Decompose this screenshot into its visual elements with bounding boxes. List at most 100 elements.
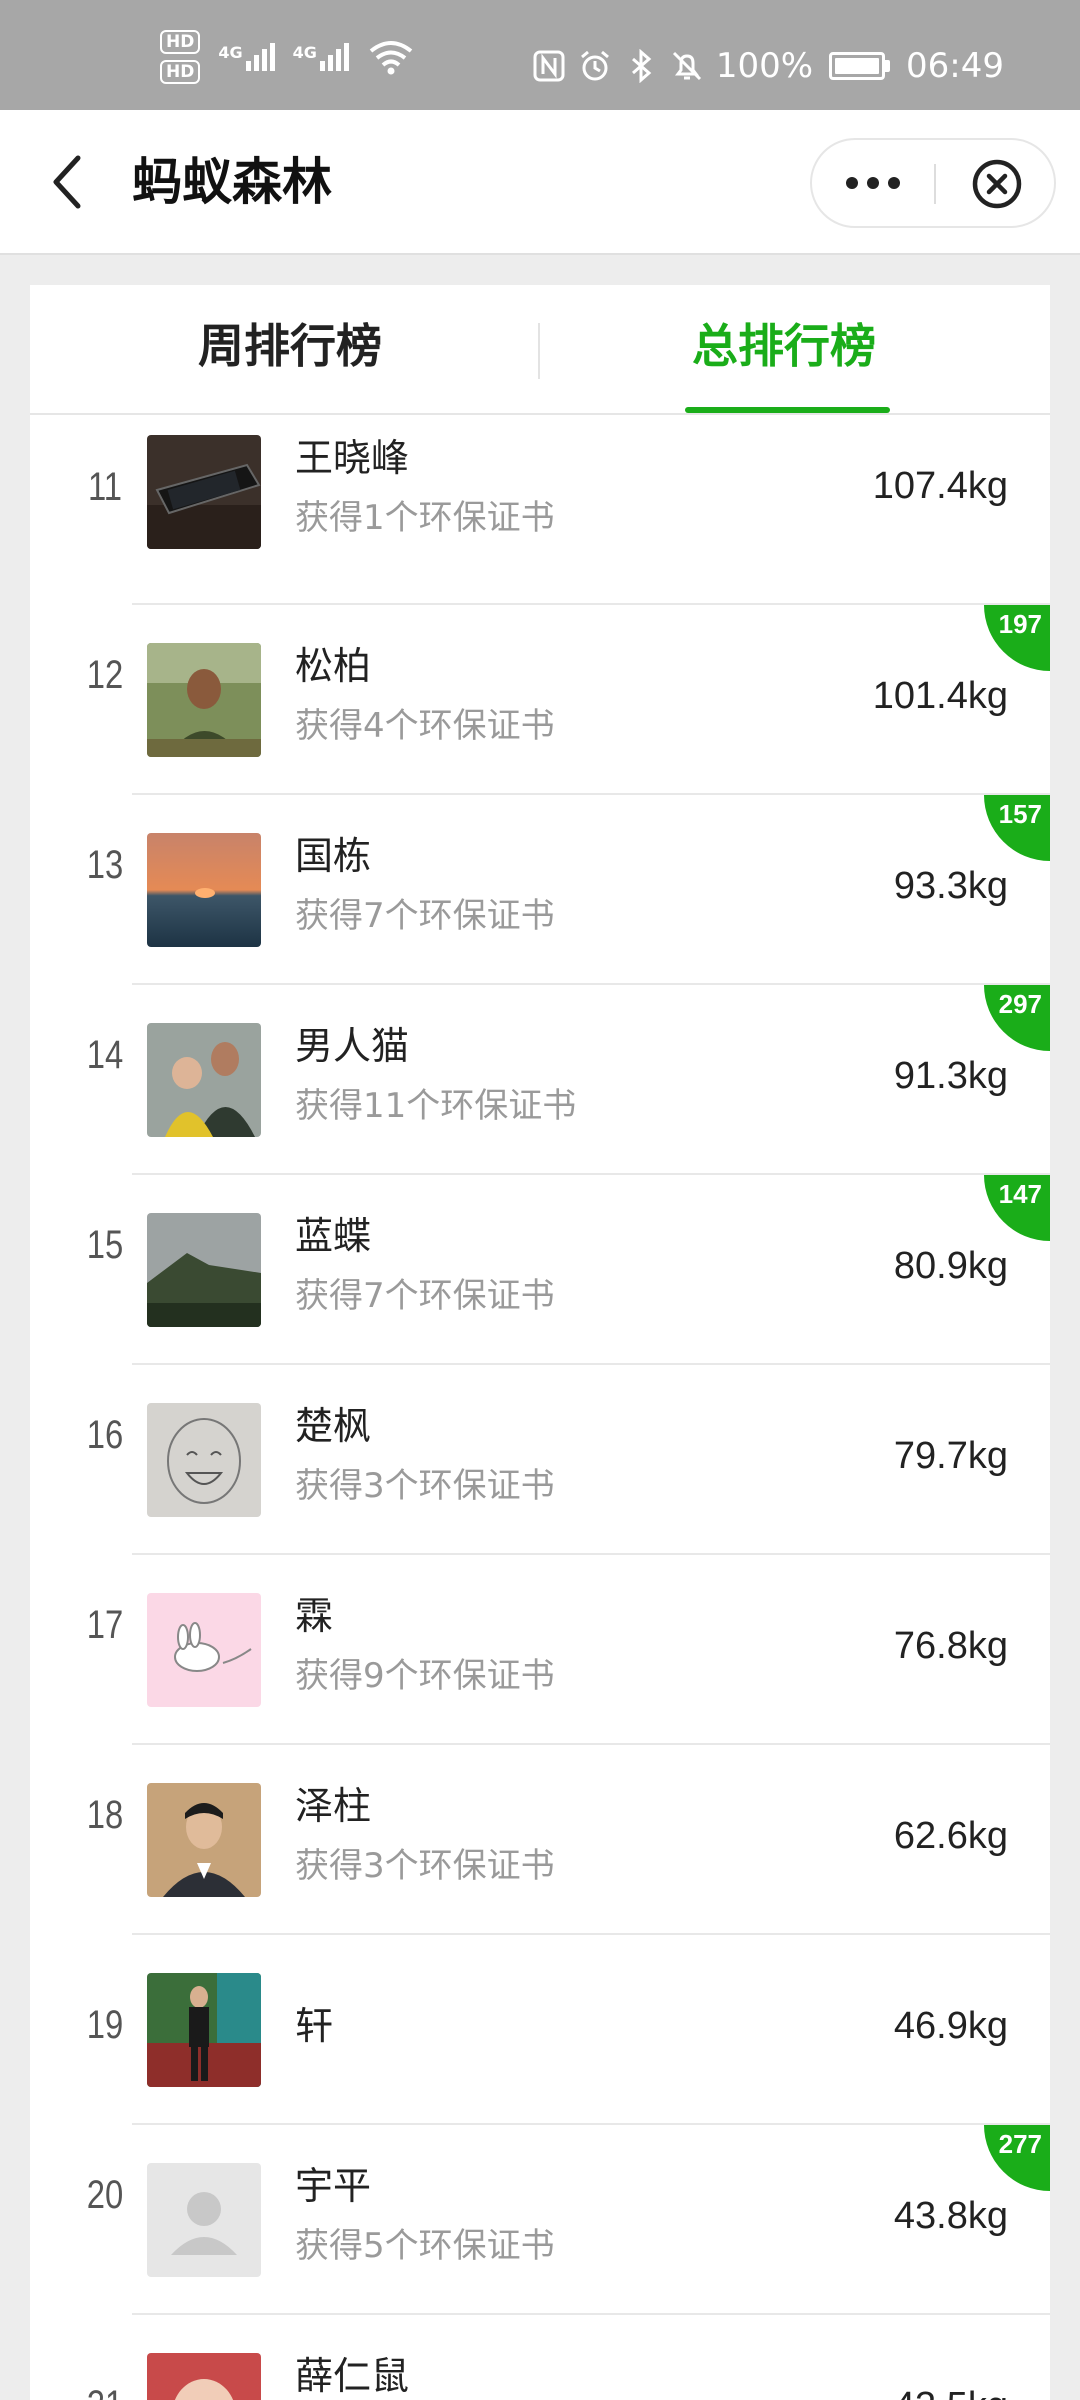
certificate-count: 获得11个环保证书 — [295, 1086, 577, 1126]
rank-number: 21 — [78, 2383, 132, 2400]
energy-weight: 93.3kg — [893, 865, 1008, 907]
ranking-row[interactable]: 21 薛仁鼠 43.5kg — [30, 2315, 1050, 2400]
user-name: 松柏 — [295, 644, 372, 688]
energy-weight: 62.6kg — [893, 1815, 1008, 1857]
ranking-row[interactable]: 12 松柏 获得4个环保证书 101.4kg 197 — [30, 605, 1050, 795]
ranking-row[interactable]: 18 泽柱 获得3个环保证书 62.6kg — [30, 1745, 1050, 1935]
page-title: 蚂蚁森林 — [132, 153, 332, 211]
tab-weekly-ranking[interactable]: 周排行榜 — [198, 315, 382, 377]
certificate-count: 获得5个环保证书 — [295, 2226, 555, 2266]
rank-number: 20 — [86, 2173, 124, 2217]
close-circle-icon[interactable] — [970, 157, 1024, 211]
ranking-panel: 周排行榜 总排行榜 11 王晓峰 获得1个环保证书 107.4kg 12 松柏 … — [30, 285, 1050, 2400]
rank-number: 14 — [86, 1033, 124, 1077]
energy-weight: 107.4kg — [872, 465, 1008, 507]
ranking-row[interactable]: 19 轩 46.9kg — [30, 1935, 1050, 2125]
badge-text: 297 — [999, 989, 1042, 1019]
active-tab-indicator — [685, 407, 890, 413]
user-name: 国栋 — [295, 834, 372, 878]
badge-text: 157 — [999, 799, 1042, 829]
ranking-row[interactable]: 20 宇平 获得5个环保证书 43.8kg 277 — [30, 2125, 1050, 2315]
certificate-count: 获得1个环保证书 — [295, 498, 555, 538]
battery-percent: 100% — [715, 46, 814, 86]
nav-bar: 蚂蚁森林 — [0, 110, 1080, 255]
alarm-icon — [580, 50, 609, 81]
certificate-count: 获得7个环保证书 — [295, 896, 555, 936]
hd-voice-icon-1: HD — [160, 30, 201, 54]
energy-weight: 43.8kg — [893, 2195, 1008, 2237]
hd-voice-icon-2: HD — [160, 60, 201, 84]
avatar — [147, 1593, 261, 1707]
certificate-count: 获得3个环保证书 — [295, 1466, 555, 1506]
badge-text: 277 — [999, 2129, 1042, 2159]
rank-change-badge: 147 — [984, 1175, 1050, 1241]
user-name: 男人猫 — [295, 1024, 410, 1068]
energy-weight: 80.9kg — [893, 1245, 1008, 1287]
ranking-row[interactable]: 16 楚枫 获得3个环保证书 79.7kg — [30, 1365, 1050, 1555]
rank-number: 19 — [86, 2003, 124, 2047]
user-name: 霖 — [295, 1594, 334, 1638]
avatar — [147, 2163, 261, 2277]
user-name: 宇平 — [295, 2164, 372, 2208]
certificate-count: 获得7个环保证书 — [295, 1276, 555, 1316]
avatar — [147, 833, 261, 947]
badge-text: 197 — [999, 609, 1042, 639]
avatar — [147, 1973, 261, 2087]
mute-bell-icon — [672, 51, 701, 81]
avatar — [147, 643, 261, 757]
ranking-row[interactable]: 15 蓝蝶 获得7个环保证书 80.9kg 147 — [30, 1175, 1050, 1365]
certificate-count: 获得9个环保证书 — [295, 1656, 555, 1696]
badge-text: 147 — [999, 1179, 1042, 1209]
avatar — [147, 1023, 261, 1137]
user-name: 楚枫 — [295, 1404, 372, 1448]
back-arrow-icon[interactable] — [44, 150, 94, 214]
more-options-button[interactable] — [812, 140, 934, 226]
avatar — [147, 1213, 261, 1327]
energy-weight: 76.8kg — [893, 1625, 1008, 1667]
rank-number: 17 — [86, 1603, 124, 1647]
tab-total-ranking[interactable]: 总排行榜 — [692, 315, 876, 377]
rank-change-badge: 297 — [984, 985, 1050, 1051]
battery-icon — [829, 52, 891, 80]
nfc-icon — [533, 50, 565, 82]
rank-number: 15 — [86, 1223, 124, 1267]
energy-weight: 101.4kg — [872, 675, 1008, 717]
rank-number: 13 — [86, 843, 124, 887]
capsule-divider — [934, 164, 936, 204]
ranking-row[interactable]: 13 国栋 获得7个环保证书 93.3kg 157 — [30, 795, 1050, 985]
ranking-row[interactable]: 17 霖 获得9个环保证书 76.8kg — [30, 1555, 1050, 1745]
energy-weight: 46.9kg — [893, 2005, 1008, 2047]
energy-weight: 91.3kg — [893, 1055, 1008, 1097]
signal-icon-2: 4G — [293, 43, 349, 71]
mini-program-capsule — [810, 138, 1056, 228]
avatar — [147, 1783, 261, 1897]
signal-icon-1: 4G — [218, 43, 275, 71]
user-name: 轩 — [295, 2004, 334, 2048]
rank-number: 16 — [86, 1413, 124, 1457]
user-name: 蓝蝶 — [295, 1214, 372, 1258]
dot-icon — [888, 177, 900, 189]
user-name: 泽柱 — [295, 1784, 372, 1828]
dot-icon — [846, 177, 858, 189]
rank-change-badge: 277 — [984, 2125, 1050, 2191]
clock: 06:49 — [906, 46, 1004, 86]
rank-change-badge: 157 — [984, 795, 1050, 861]
status-bar: HD HD 4G 4G 100% 06:49 — [0, 0, 1080, 110]
avatar — [147, 1403, 261, 1517]
energy-weight: 43.5kg — [894, 2383, 1008, 2400]
rank-number: 11 — [87, 465, 123, 509]
rank-number: 12 — [86, 653, 124, 697]
rank-change-badge: 197 — [984, 605, 1050, 671]
ranking-tabs: 周排行榜 总排行榜 — [30, 285, 1050, 415]
user-name: 薛仁鼠 — [295, 2354, 410, 2398]
user-name: 王晓峰 — [295, 436, 410, 480]
avatar — [147, 2353, 261, 2400]
certificate-count: 获得3个环保证书 — [295, 1846, 555, 1886]
ranking-row[interactable]: 14 男人猫 获得11个环保证书 91.3kg 297 — [30, 985, 1050, 1175]
certificate-count: 获得4个环保证书 — [295, 706, 555, 746]
rank-number: 18 — [86, 1793, 124, 1837]
ranking-row[interactable]: 11 王晓峰 获得1个环保证书 107.4kg — [30, 415, 1050, 605]
wifi-icon — [369, 41, 413, 75]
tab-divider — [538, 323, 540, 379]
avatar — [147, 435, 261, 549]
